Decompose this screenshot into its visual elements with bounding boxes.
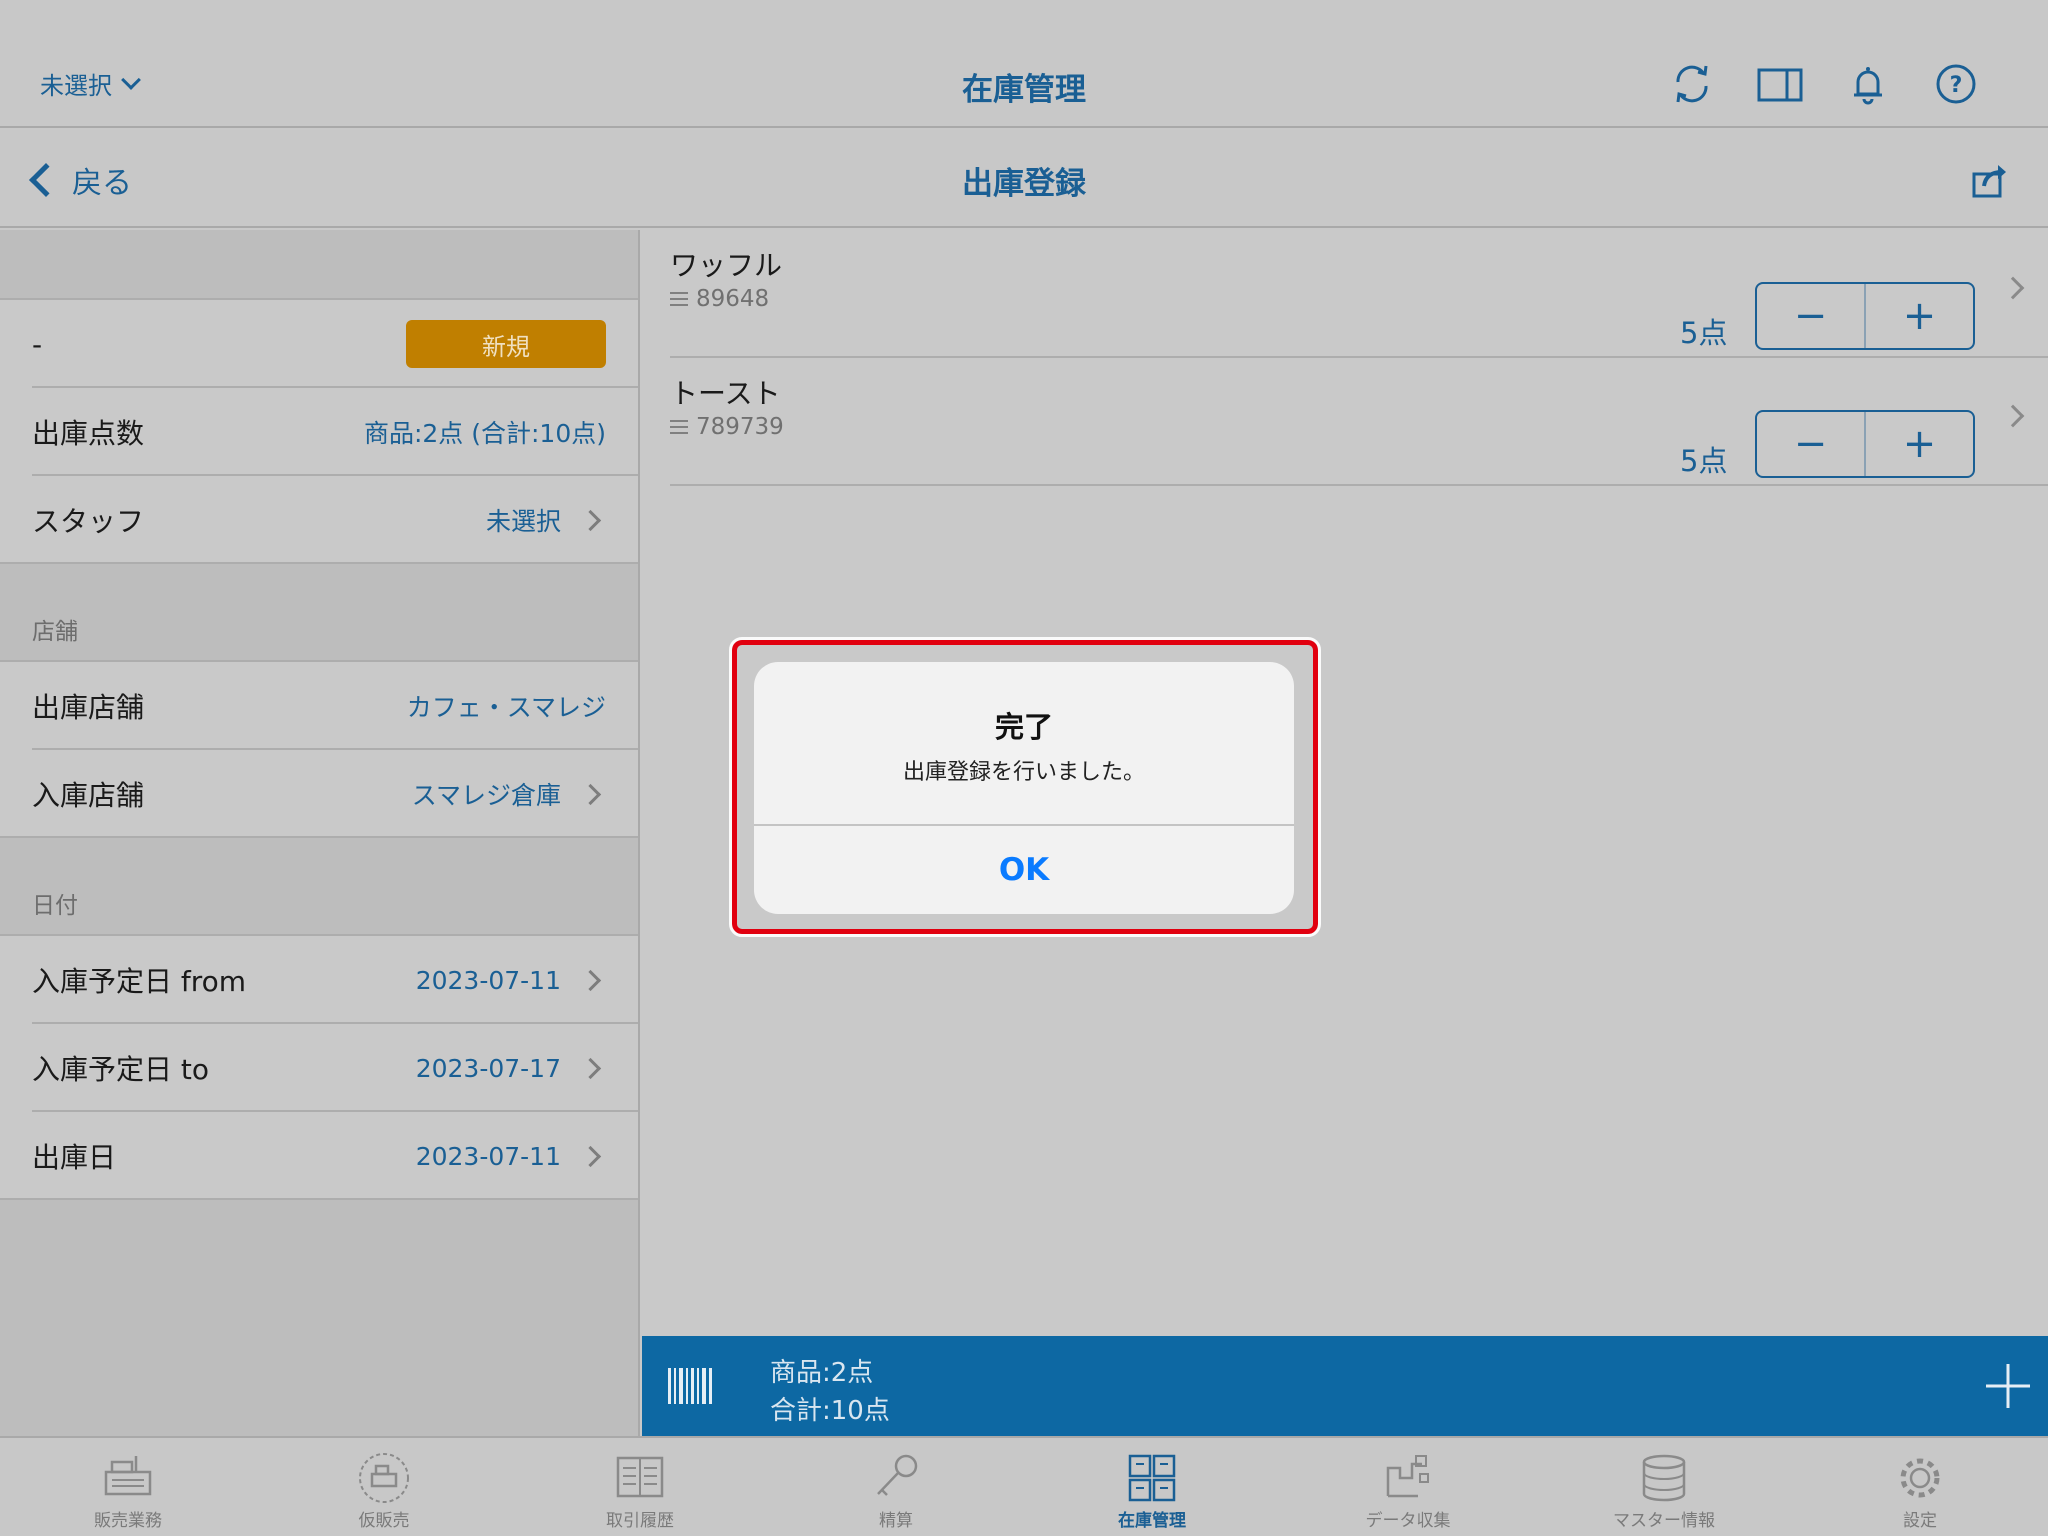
id-row: - 新規 <box>0 300 638 388</box>
page-title: 出庫登録 <box>962 166 1086 202</box>
refresh-icon[interactable] <box>1668 60 1716 108</box>
tab-data-collection[interactable]: データ収集 <box>1280 1438 1536 1536</box>
quantity-stepper: − + <box>1755 410 1975 478</box>
date-to-value: 2023-07-17 <box>415 1053 561 1083</box>
split-view-icon[interactable] <box>1756 60 1804 108</box>
ship-date-label: 出庫日 <box>32 1141 117 1174</box>
store-section-header: 店舗 <box>0 564 638 662</box>
form-panel: - 新規 出庫点数 商品:2点 (合計:10点) スタッフ 未選択 店舗 出庫店… <box>0 230 640 1436</box>
staff-label: スタッフ <box>32 505 145 538</box>
item-code-value: 789739 <box>696 414 784 440</box>
completion-alert: 完了 出庫登録を行いました。 OK <box>754 662 1294 914</box>
tab-label: 取引履歴 <box>606 1511 674 1531</box>
increment-button[interactable]: + <box>1864 412 1973 476</box>
count-row: 出庫点数 商品:2点 (合計:10点) <box>0 388 638 476</box>
barcode-icon[interactable] <box>668 1368 714 1404</box>
date-to-label: 入庫予定日 to <box>32 1053 210 1086</box>
history-icon <box>616 1456 664 1498</box>
summary-products: 商品:2点 <box>770 1358 874 1388</box>
tab-label: 仮販売 <box>358 1511 410 1531</box>
store-section-label: 店舗 <box>32 619 78 645</box>
chevron-right-icon <box>2001 276 2025 300</box>
to-store-value: スマレジ倉庫 <box>411 781 561 810</box>
tab-label: 販売業務 <box>94 1511 162 1531</box>
count-value: 商品:2点 (合計:10点) <box>363 419 606 448</box>
count-label: 出庫点数 <box>32 417 145 450</box>
tab-label: 設定 <box>1903 1511 1937 1531</box>
tab-history[interactable]: 取引履歴 <box>512 1438 768 1536</box>
app-title: 在庫管理 <box>962 72 1086 108</box>
item-quantity: 5点 <box>1680 316 1728 350</box>
staff-row[interactable]: スタッフ 未選択 <box>0 476 638 564</box>
tab-inventory[interactable]: 在庫管理 <box>1024 1438 1280 1536</box>
tab-label: データ収集 <box>1365 1511 1451 1531</box>
share-icon[interactable] <box>1970 160 2010 200</box>
date-to-row[interactable]: 入庫予定日 to 2023-07-17 <box>0 1024 638 1112</box>
gear-icon <box>1900 1458 1940 1498</box>
chevron-right-icon <box>579 783 602 805</box>
chevron-right-icon <box>2001 404 2025 428</box>
svg-text:?: ? <box>1950 73 1963 98</box>
ok-button[interactable]: OK <box>754 826 1294 914</box>
chevron-right-icon <box>579 1145 602 1167</box>
register-icon <box>104 1456 152 1496</box>
bottom-tab-bar: 販売業務 仮販売 取引履歴 精算 在庫管理 データ収集 マスター情報 設定 <box>0 1436 2048 1536</box>
ship-date-row[interactable]: 出庫日 2023-07-11 <box>0 1112 638 1200</box>
alert-message: 出庫登録を行いました。 <box>902 760 1145 785</box>
id-value: - <box>32 327 43 361</box>
form-spacer <box>0 230 638 300</box>
staff-value: 未選択 <box>485 507 561 536</box>
item-name: ワッフル <box>670 249 783 282</box>
from-store-value: カフェ・スマレジ <box>406 693 606 722</box>
to-store-row[interactable]: 入庫店舗 スマレジ倉庫 <box>0 750 638 838</box>
date-section-header: 日付 <box>0 838 638 936</box>
date-section-label: 日付 <box>32 893 78 919</box>
code-icon <box>670 292 688 306</box>
list-item[interactable]: ワッフル 89648 5点 − + <box>670 230 2048 358</box>
item-name: トースト <box>670 377 781 410</box>
status-badge: 新規 <box>406 320 606 368</box>
date-from-label: 入庫予定日 from <box>32 965 247 998</box>
tab-settlement[interactable]: 精算 <box>768 1438 1024 1536</box>
list-item[interactable]: トースト 789739 5点 − + <box>670 358 2048 486</box>
database-icon <box>1642 1454 1686 1502</box>
chevron-right-icon <box>579 969 602 991</box>
tab-temp-sales[interactable]: 仮販売 <box>256 1438 512 1536</box>
decrement-button[interactable]: − <box>1757 284 1864 348</box>
tab-settings[interactable]: 設定 <box>1792 1438 2048 1536</box>
tab-master[interactable]: マスター情報 <box>1536 1438 1792 1536</box>
item-code-value: 89648 <box>696 286 770 312</box>
quantity-stepper: − + <box>1755 282 1975 350</box>
tab-label: マスター情報 <box>1613 1511 1715 1531</box>
ship-date-value: 2023-07-11 <box>415 1141 561 1171</box>
data-collect-icon <box>1386 1455 1429 1498</box>
chevron-right-icon <box>579 509 602 531</box>
item-quantity: 5点 <box>1680 444 1728 478</box>
tab-label: 在庫管理 <box>1118 1511 1186 1531</box>
summary-bar: 商品:2点 合計:10点 <box>642 1336 2048 1436</box>
decrement-button[interactable]: − <box>1757 412 1864 476</box>
add-item-icon[interactable] <box>1980 1358 2036 1414</box>
code-icon <box>670 420 688 434</box>
from-store-row: 出庫店舗 カフェ・スマレジ <box>0 662 638 750</box>
help-icon[interactable]: ? <box>1932 60 1980 108</box>
tab-label: 精算 <box>879 1511 913 1531</box>
sub-navigation-bar: 戻る 出庫登録 <box>0 130 2048 228</box>
alert-title: 完了 <box>994 710 1053 744</box>
bell-icon[interactable] <box>1844 60 1892 108</box>
item-code: 789739 <box>670 414 784 440</box>
summary-total: 合計:10点 <box>770 1396 890 1426</box>
temp-register-icon <box>359 1453 409 1503</box>
top-navigation-bar: 未選択 在庫管理 ? <box>0 0 2048 128</box>
key-icon <box>877 1454 918 1496</box>
increment-button[interactable]: + <box>1864 284 1973 348</box>
date-from-row[interactable]: 入庫予定日 from 2023-07-11 <box>0 936 638 1024</box>
tab-sales[interactable]: 販売業務 <box>0 1438 256 1536</box>
date-from-value: 2023-07-11 <box>415 965 561 995</box>
inventory-icon <box>1128 1454 1176 1502</box>
from-store-label: 出庫店舗 <box>32 691 145 724</box>
to-store-label: 入庫店舗 <box>32 779 145 812</box>
item-code: 89648 <box>670 286 769 312</box>
chevron-right-icon <box>579 1057 602 1079</box>
